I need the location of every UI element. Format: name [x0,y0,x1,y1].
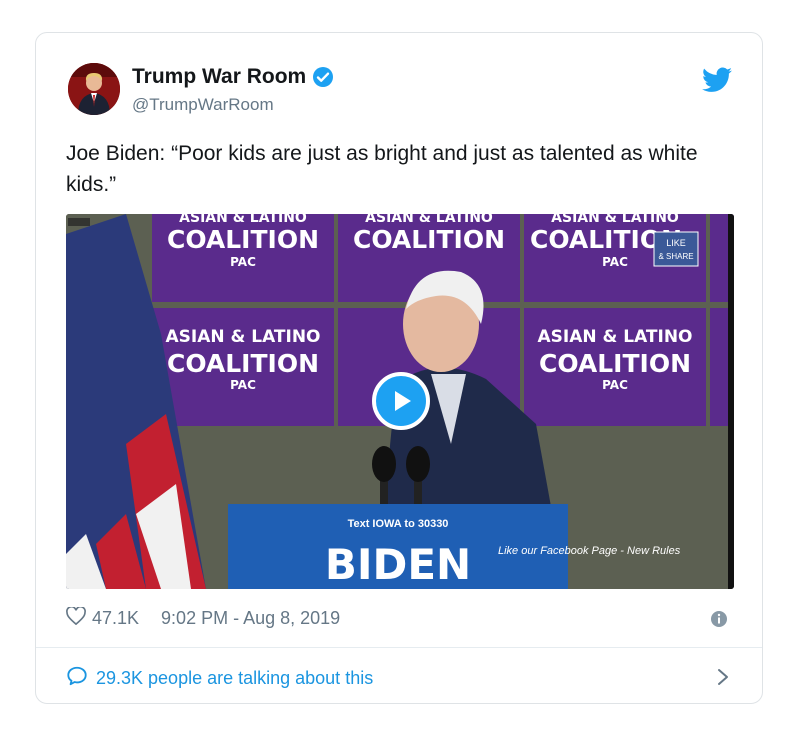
backdrop-line3: PAC [602,255,628,269]
backdrop-line2: COALITION [167,225,319,254]
avatar[interactable] [68,63,120,115]
badge-line2: & SHARE [658,252,693,261]
tweet-timestamp[interactable]: 9:02 PM - Aug 8, 2019 [161,608,340,629]
speech-bubble-icon [66,665,88,692]
play-icon [395,391,411,411]
video-player[interactable]: ASIAN & LATINO COALITION PAC ASIAN & LAT… [66,214,734,589]
info-icon[interactable] [710,610,728,628]
podium-main-text: BIDEN [325,540,471,589]
bird-logo-icon[interactable] [702,67,732,93]
overlay-caption: Like our Facebook Page - New Rules [498,545,681,557]
backdrop-line3: PAC [230,255,256,269]
play-button[interactable] [372,372,430,430]
chevron-right-icon[interactable] [716,667,730,687]
conversation-label[interactable]: 29.3K people are talking about this [96,668,373,689]
backdrop-line1: ASIAN & LATINO [537,327,692,347]
divider [36,647,762,648]
podium-top-text: Text IOWA to 30330 [348,518,449,530]
verified-badge-icon [312,66,334,88]
author-handle[interactable]: @TrumpWarRoom [132,95,274,115]
backdrop-line3: PAC [230,378,256,392]
backdrop-line2: COALITION [353,225,505,254]
author-name[interactable]: Trump War Room [132,65,306,89]
conversation-link[interactable]: 29.3K people are talking about this [66,665,373,692]
backdrop-line1: ASIAN & LATINO [165,327,320,347]
backdrop-line3: PAC [602,378,628,392]
badge-line1: LIKE [666,238,686,248]
backdrop-line2: COALITION [539,349,691,378]
backdrop-line2: COALITION [167,349,319,378]
tweet-card: Trump War Room @TrumpWarRoom Joe Biden: … [35,32,763,704]
like-count[interactable]: 47.1K [92,608,139,629]
tweet-text: Joe Biden: “Poor kids are just as bright… [66,142,698,196]
heart-icon[interactable] [66,605,86,630]
like-share-badge: LIKE & SHARE [653,231,699,267]
